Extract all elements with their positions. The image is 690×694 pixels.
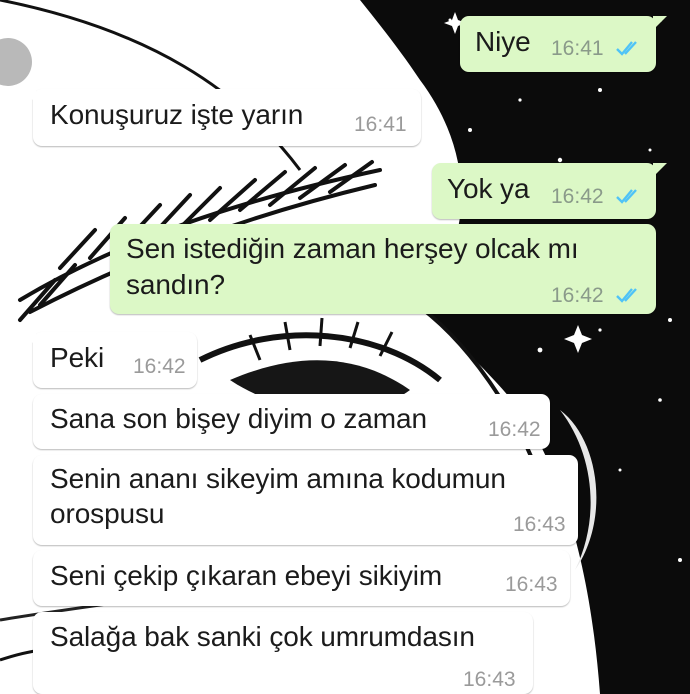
bubble-tail [22,89,36,103]
bubble-tail [22,332,36,346]
message-bubble-outgoing[interactable]: Sen istediğin zaman herşey olcak mı sand… [110,224,656,314]
read-double-check-icon [616,189,637,204]
message-text: Salağa bak sanki çok umrumdasın [50,621,475,652]
message-text: Sana son bişey diyim o zaman [50,403,427,434]
bubble-tail [653,16,667,30]
message-time: 16:42 [488,418,541,441]
message-bubble-incoming[interactable]: Sana son bişey diyim o zaman 16:42 [33,394,550,449]
message-text: Peki [50,342,105,373]
message-time: 16:43 [505,573,558,596]
message-bubble-incoming[interactable]: Konuşuruz işte yarın 16:41 [22,89,421,146]
message-bubble-incoming[interactable]: Salağa bak sanki çok umrumdasın 16:43 [33,612,533,694]
message-text: Konuşuruz işte yarın [50,99,304,130]
message-time: 16:43 [463,668,516,691]
message-bubble-incoming[interactable]: Peki 16:42 [22,332,197,388]
message-bubble-incoming[interactable]: Senin ananı sikeyim amına kodumun orospu… [33,455,578,545]
message-bubble-outgoing[interactable]: Yok ya 16:42 [432,163,667,219]
message-text: Seni çekip çıkaran ebeyi sikiyim [50,560,443,591]
message-text: Niye [475,26,531,57]
message-time: 16:42 [133,355,186,378]
message-text-line: Senin ananı sikeyim amına kodumun [50,463,506,494]
message-time: 16:42 [551,284,604,307]
message-text-line: Sen istediğin zaman herşey olcak mı [126,233,579,264]
bubble-tail [653,163,667,177]
read-double-check-icon [616,41,637,56]
message-time: 16:41 [354,113,407,136]
message-time: 16:41 [551,37,604,60]
message-text: Yok ya [447,173,530,204]
read-double-check-icon [616,288,637,303]
message-bubble-incoming[interactable]: Seni çekip çıkaran ebeyi sikiyim 16:43 [33,550,570,606]
message-time: 16:42 [551,185,604,208]
message-time: 16:43 [513,513,566,536]
message-bubble-outgoing[interactable]: Niye 16:41 [460,16,667,72]
message-text-line: sandın? [126,269,225,300]
message-text-line: orospusu [50,498,165,529]
